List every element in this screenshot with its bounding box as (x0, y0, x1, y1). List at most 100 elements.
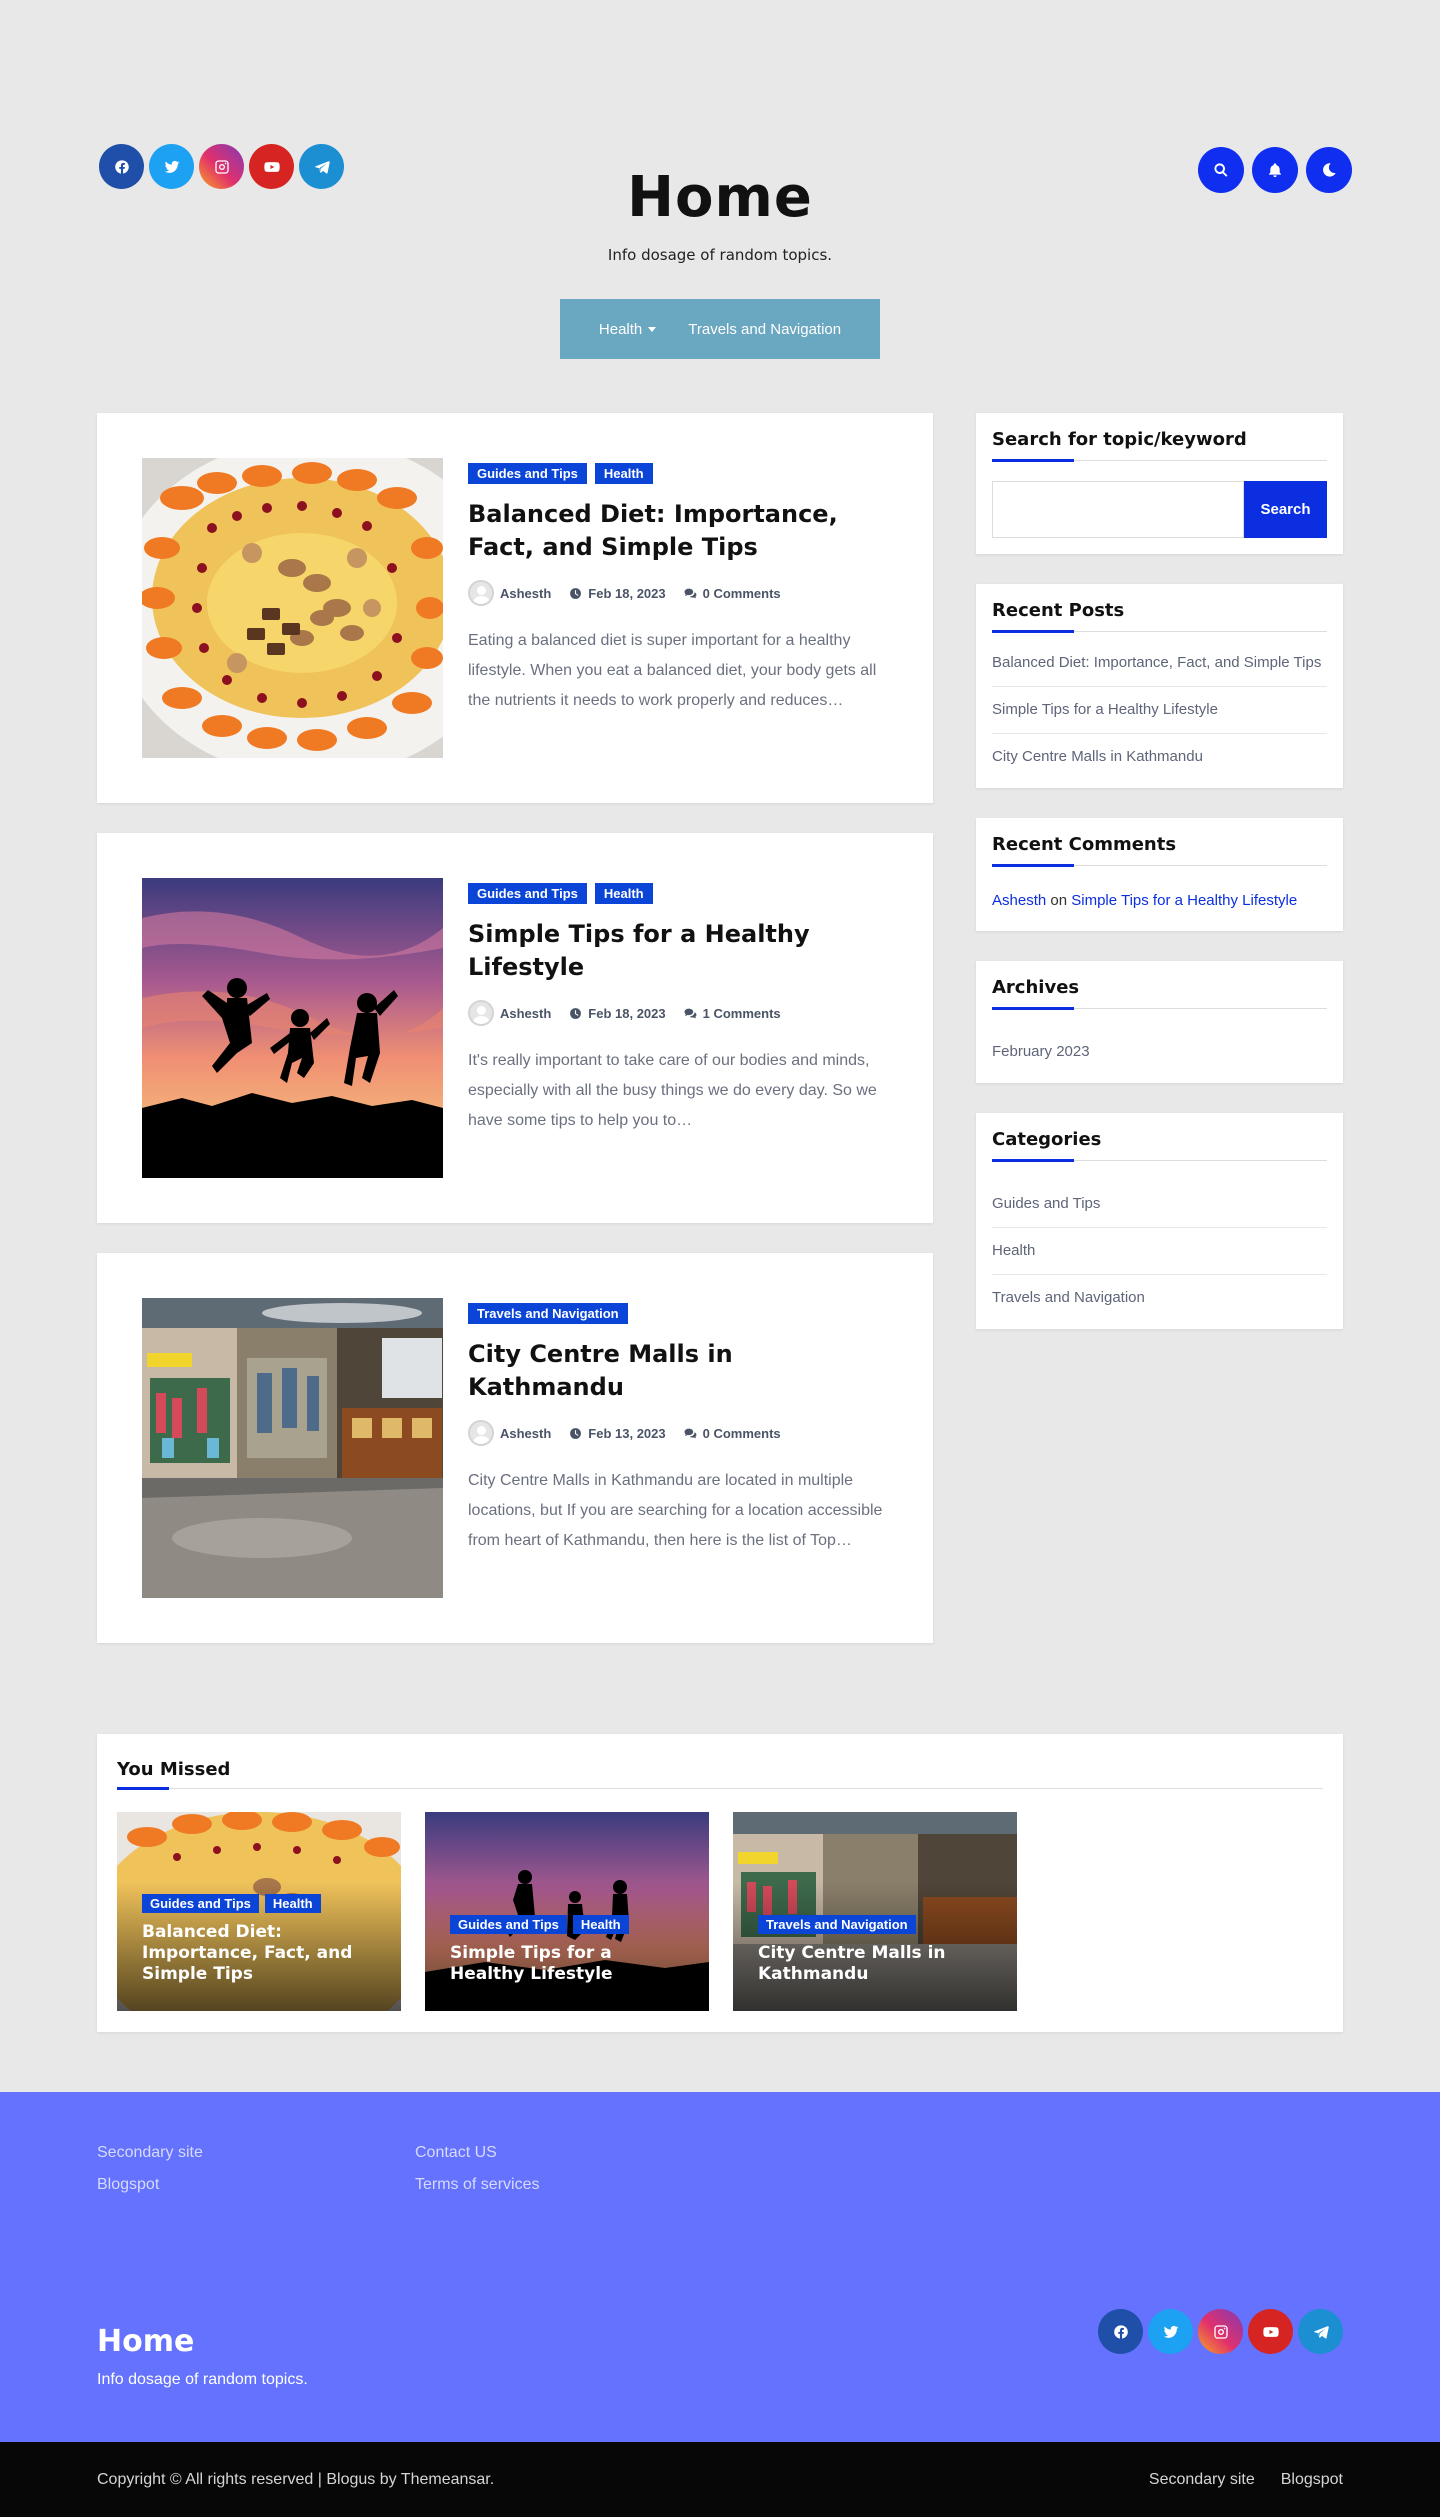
category-badge[interactable]: Travels and Navigation (758, 1915, 916, 1934)
date-text: Feb 18, 2023 (588, 1005, 666, 1021)
author-name: Ashesth (500, 1005, 552, 1021)
post-date[interactable]: Feb 18, 2023 (569, 1005, 666, 1021)
site-header: Home Info dosage of random topics. Healt… (0, 0, 1440, 400)
nav-item-health[interactable]: Health (583, 321, 672, 338)
archive-link[interactable]: February 2023 (992, 1029, 1327, 1067)
author-name: Ashesth (500, 585, 552, 601)
missed-card[interactable]: Guides and Tips Health Balanced Diet: Im… (117, 1812, 401, 2011)
post-comments[interactable]: 0 Comments (684, 586, 781, 601)
footer-column: Contact US Terms of services (415, 2137, 733, 2201)
post-categories: Guides and Tips Health (468, 883, 888, 904)
category-link[interactable]: Travels and Navigation (992, 1275, 1327, 1313)
category-link[interactable]: Health (992, 1228, 1327, 1275)
archives-widget: Archives February 2023 (976, 961, 1343, 1083)
instagram-icon[interactable] (1198, 2309, 1243, 2354)
nav-item-label: Health (598, 320, 643, 338)
footer-link[interactable]: Secondary site (97, 2137, 415, 2169)
widget-title: Recent Comments (992, 834, 1327, 867)
post-body: Guides and Tips Health Balanced Diet: Im… (468, 463, 888, 716)
category-badge[interactable]: Health (572, 1915, 629, 1934)
clock-icon (569, 587, 582, 600)
missed-card-title: City Centre Malls in Kathmandu (758, 1943, 946, 1984)
category-badge[interactable]: Health (264, 1894, 321, 1913)
post-author[interactable]: Ashesth (468, 1000, 551, 1026)
bottom-link[interactable]: Blogspot (1281, 2471, 1343, 2489)
post-card: Travels and Navigation City Centre Malls… (97, 1253, 933, 1643)
footer-links: Secondary site Blogspot Contact US Terms… (97, 2137, 733, 2201)
missed-card[interactable]: Travels and Navigation City Centre Malls… (733, 1812, 1017, 2011)
search-input[interactable] (992, 481, 1244, 538)
date-text: Feb 13, 2023 (588, 1425, 666, 1441)
category-badge[interactable]: Health (594, 883, 653, 904)
post-meta: Ashesth Feb 18, 2023 0 Comments (468, 580, 888, 606)
missed-card-body: Travels and Navigation City Centre Malls… (758, 1915, 997, 1985)
clock-icon (569, 1007, 582, 1020)
site-title[interactable]: Home (0, 165, 1440, 230)
comments-icon (684, 1007, 697, 1020)
nav-item-label: Travels and Navigation (688, 320, 842, 338)
telegram-icon[interactable] (1298, 2309, 1343, 2354)
bottom-links: Secondary site Blogspot (1149, 2471, 1343, 2489)
category-badge[interactable]: Guides and Tips (468, 463, 587, 484)
post-comments[interactable]: 1 Comments (684, 1006, 781, 1021)
category-badge[interactable]: Guides and Tips (468, 883, 587, 904)
footer-link[interactable]: Terms of services (415, 2169, 733, 2201)
category-link[interactable]: Guides and Tips (992, 1181, 1327, 1228)
recent-posts-widget: Recent Posts Balanced Diet: Importance, … (976, 584, 1343, 788)
category-badge[interactable]: Guides and Tips (450, 1915, 567, 1934)
post-categories: Guides and Tips Health (142, 1894, 381, 1913)
category-badge[interactable]: Guides and Tips (142, 1894, 259, 1913)
post-date[interactable]: Feb 13, 2023 (569, 1425, 666, 1441)
missed-cards: Guides and Tips Health Balanced Diet: Im… (117, 1812, 1017, 2011)
recent-posts-list: Balanced Diet: Importance, Fact, and Sim… (992, 652, 1327, 772)
avatar (468, 580, 494, 606)
bottom-bar: Copyright © All rights reserved | Blogus… (0, 2442, 1440, 2517)
post-thumbnail[interactable] (142, 458, 443, 758)
categories-widget: Categories Guides and Tips Health Travel… (976, 1113, 1343, 1329)
recent-post-link[interactable]: City Centre Malls in Kathmandu (992, 734, 1327, 772)
post-title[interactable]: Simple Tips for a Healthy Lifestyle (468, 918, 888, 984)
search-form: Search (992, 481, 1327, 538)
category-badge[interactable]: Health (594, 463, 653, 484)
post-body: Guides and Tips Health Simple Tips for a… (468, 883, 888, 1136)
post-comments[interactable]: 0 Comments (684, 1426, 781, 1441)
post-excerpt: Eating a balanced diet is super importan… (468, 632, 877, 709)
recent-comment: Ashesth on Simple Tips for a Healthy Lif… (992, 886, 1327, 915)
footer-link[interactable]: Contact US (415, 2137, 733, 2169)
post-title[interactable]: City Centre Malls in Kathmandu (468, 1338, 888, 1404)
you-missed-section: You Missed Guides and Tips Health Balanc… (97, 1734, 1343, 2032)
post-excerpt: City Centre Malls in Kathmandu are locat… (468, 1472, 883, 1549)
post-categories: Travels and Navigation (468, 1303, 888, 1324)
nav-item-travels[interactable]: Travels and Navigation (672, 321, 857, 338)
post-excerpt: It's really important to take care of ou… (468, 1052, 877, 1129)
widget-title: Recent Posts (992, 600, 1327, 633)
avatar (468, 1420, 494, 1446)
site-tagline: Info dosage of random topics. (607, 246, 833, 264)
twitter-icon[interactable] (1148, 2309, 1193, 2354)
bottom-link[interactable]: Secondary site (1149, 2471, 1255, 2489)
category-badge[interactable]: Travels and Navigation (468, 1303, 628, 1324)
comments-text: 0 Comments (702, 585, 781, 601)
comment-author-link[interactable]: Ashesth (992, 892, 1046, 909)
post-date[interactable]: Feb 18, 2023 (569, 586, 666, 601)
post-author[interactable]: Ashesth (468, 1420, 551, 1446)
youtube-icon[interactable] (1248, 2309, 1293, 2354)
main-nav: Health Travels and Navigation (560, 299, 880, 359)
facebook-icon[interactable] (1098, 2309, 1143, 2354)
post-title[interactable]: Balanced Diet: Importance, Fact, and Sim… (468, 498, 888, 564)
section-title: You Missed (117, 1759, 1323, 1790)
social-links-footer (1098, 2309, 1343, 2354)
post-thumbnail[interactable] (142, 878, 443, 1178)
recent-post-link[interactable]: Simple Tips for a Healthy Lifestyle (992, 687, 1327, 734)
post-thumbnail[interactable] (142, 1298, 443, 1598)
footer-link[interactable]: Blogspot (97, 2169, 415, 2201)
footer-site-title[interactable]: Home (97, 2324, 194, 2359)
post-list: Guides and Tips Health Balanced Diet: Im… (97, 413, 933, 1673)
comment-on-text: on (1050, 892, 1068, 909)
search-button[interactable]: Search (1244, 481, 1327, 538)
copyright-text: Copyright © All rights reserved | Blogus… (97, 2470, 495, 2488)
missed-card[interactable]: Guides and Tips Health Simple Tips for a… (425, 1812, 709, 2011)
post-author[interactable]: Ashesth (468, 580, 551, 606)
comment-post-link[interactable]: Simple Tips for a Healthy Lifestyle (1071, 892, 1297, 909)
recent-post-link[interactable]: Balanced Diet: Importance, Fact, and Sim… (992, 652, 1327, 687)
